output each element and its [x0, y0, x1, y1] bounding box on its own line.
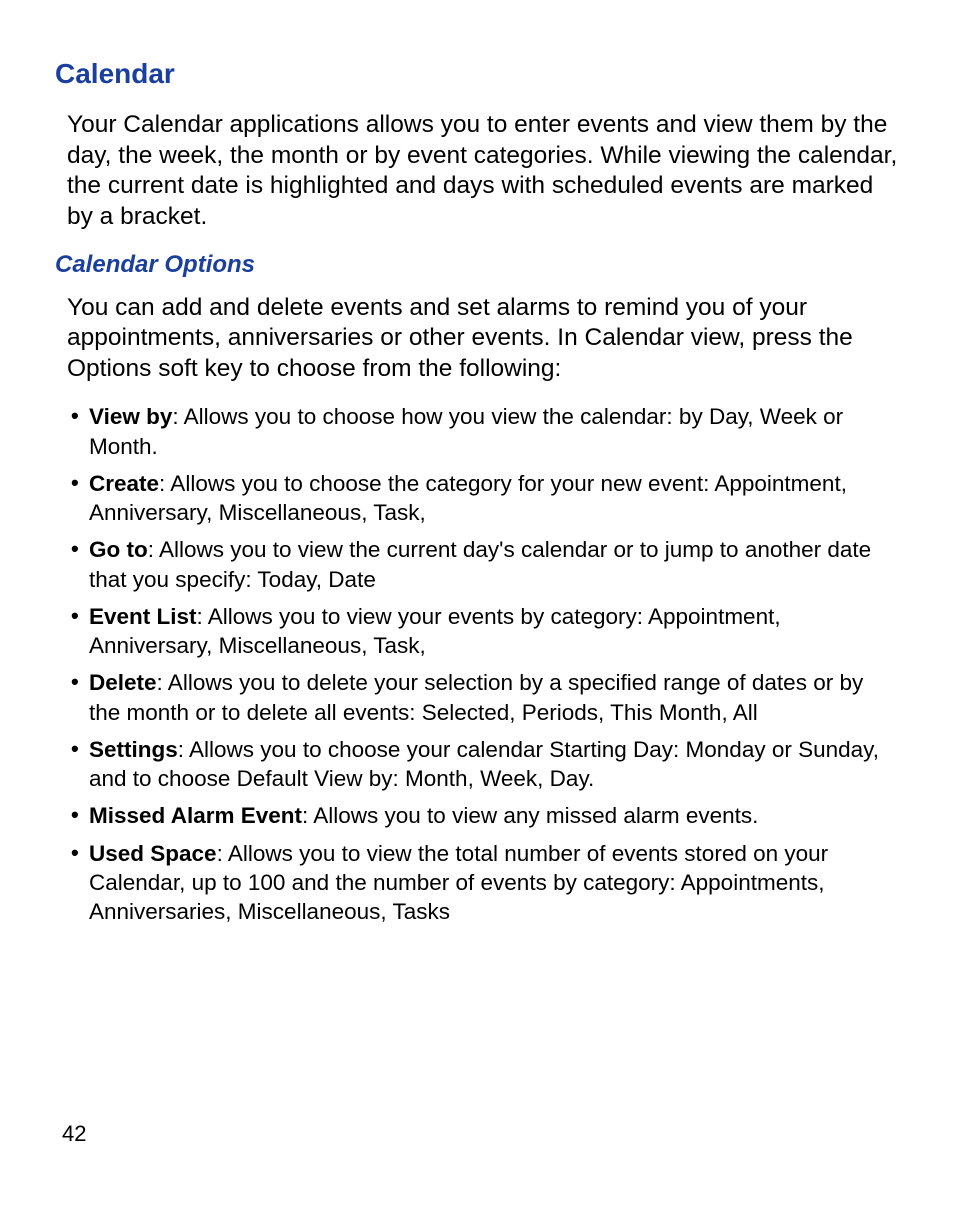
list-item: Event List: Allows you to view your even… [89, 602, 899, 661]
options-list: View by: Allows you to choose how you vi… [55, 402, 899, 926]
document-page: Calendar Your Calendar applications allo… [0, 0, 954, 1209]
list-item: Delete: Allows you to delete your select… [89, 668, 899, 727]
section-heading: Calendar [55, 58, 899, 90]
option-desc: : Allows you to delete your selection by… [89, 670, 863, 724]
option-desc: : Allows you to view any missed alarm ev… [302, 803, 758, 828]
list-item: Go to: Allows you to view the current da… [89, 535, 899, 594]
option-term: View by [89, 404, 172, 429]
option-desc: : Allows you to choose how you view the … [89, 404, 843, 458]
list-item: Create: Allows you to choose the categor… [89, 469, 899, 528]
option-term: Delete [89, 670, 157, 695]
option-term: Create [89, 471, 159, 496]
list-item: Missed Alarm Event: Allows you to view a… [89, 801, 899, 830]
option-term: Missed Alarm Event [89, 803, 302, 828]
option-term: Used Space [89, 841, 217, 866]
list-item: View by: Allows you to choose how you vi… [89, 402, 899, 461]
list-item: Used Space: Allows you to view the total… [89, 839, 899, 927]
list-item: Settings: Allows you to choose your cale… [89, 735, 899, 794]
option-desc: : Allows you to choose your calendar Sta… [89, 737, 879, 791]
option-term: Go to [89, 537, 148, 562]
option-desc: : Allows you to view the current day's c… [89, 537, 871, 591]
page-number: 42 [62, 1121, 86, 1147]
intro-paragraph: Your Calendar applications allows you to… [55, 110, 899, 233]
option-term: Event List [89, 604, 197, 629]
option-term: Settings [89, 737, 178, 762]
option-desc: : Allows you to choose the category for … [89, 471, 847, 525]
sub-intro-paragraph: You can add and delete events and set al… [55, 293, 899, 385]
sub-heading: Calendar Options [55, 251, 899, 279]
